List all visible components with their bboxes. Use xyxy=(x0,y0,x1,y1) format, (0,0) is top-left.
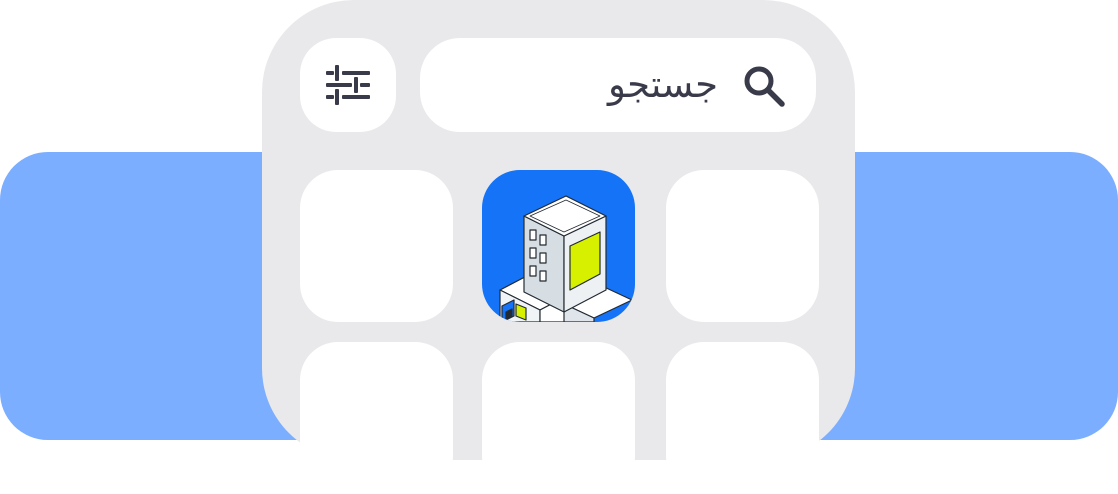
app-icon-building[interactable] xyxy=(482,170,635,322)
phone-screen: جستجو xyxy=(262,0,855,494)
filter-button[interactable] xyxy=(300,38,396,132)
app-tile-empty[interactable] xyxy=(482,342,635,494)
app-tile-empty[interactable] xyxy=(300,342,453,494)
search-bar[interactable]: جستجو xyxy=(420,38,816,132)
search-placeholder: جستجو xyxy=(607,63,718,106)
app-tile-empty[interactable] xyxy=(666,170,819,322)
app-tile-empty[interactable] xyxy=(666,342,819,494)
search-icon xyxy=(744,66,785,107)
app-tile-empty[interactable] xyxy=(300,170,453,322)
building-icon xyxy=(499,195,633,322)
sliders-icon xyxy=(326,65,370,105)
